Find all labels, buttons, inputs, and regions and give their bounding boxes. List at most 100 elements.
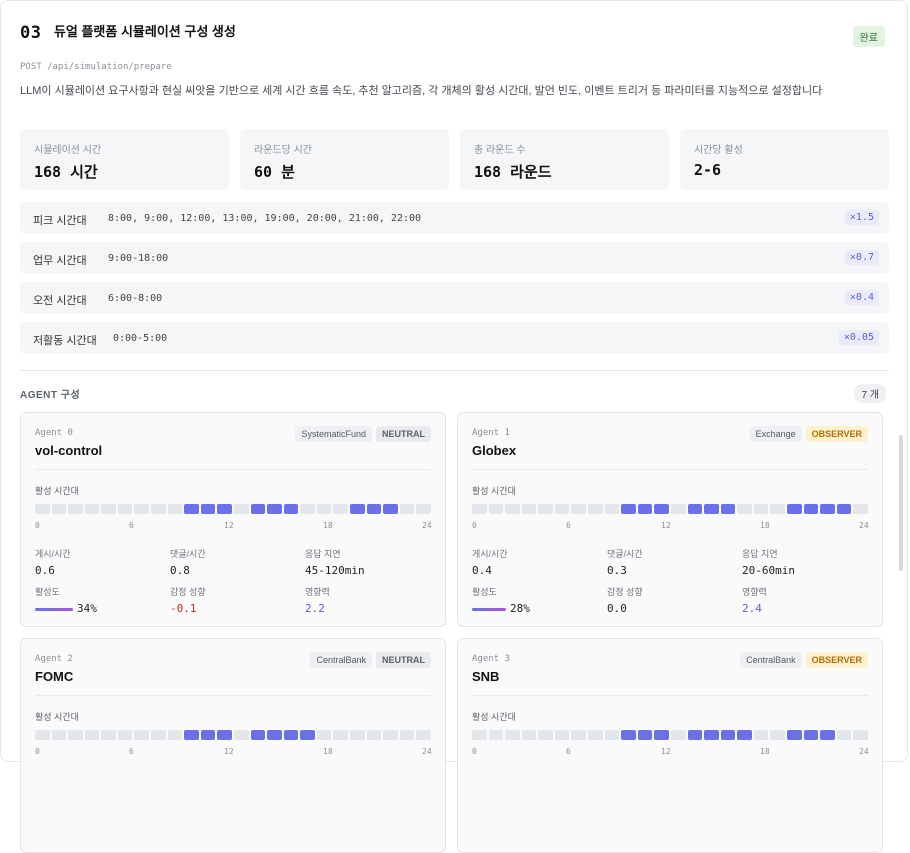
agent-card[interactable]: Agent 3 SNB CentralBank OBSERVER 활성 시간대 … <box>457 638 883 853</box>
agent-type-tag: CentralBank <box>740 652 802 668</box>
hour-cell <box>505 504 520 514</box>
hour-cell <box>184 730 199 740</box>
hour-cell <box>687 504 703 514</box>
metric-activity: 활성도 34% <box>35 585 165 615</box>
hour-cell <box>720 504 736 514</box>
metric-value: -0.1 <box>170 602 197 615</box>
hour-cell <box>233 730 249 740</box>
stat-label: 총 라운드 수 <box>474 145 526 156</box>
metric-value: 2.4 <box>742 602 762 615</box>
metric-label: 응답 지연 <box>742 549 778 559</box>
agent-divider <box>472 469 868 470</box>
active-hours-timeline <box>35 730 431 740</box>
timezone-name: 피크 시간대 <box>33 215 87 227</box>
hour-tick: 0 <box>35 521 40 530</box>
hour-tick: 18 <box>760 521 770 530</box>
metric-sentiment: 감정 성향 0.0 <box>607 585 737 615</box>
stat-value: 2-6 <box>694 161 722 179</box>
step-number: 03 <box>20 23 42 43</box>
hour-cell <box>820 730 835 740</box>
metric-comments: 댓글/시간 0.3 <box>607 547 737 577</box>
hour-cell <box>167 504 183 514</box>
hour-tick: 12 <box>661 521 671 530</box>
hour-cell <box>35 730 50 740</box>
hour-cell <box>200 504 216 514</box>
agent-card[interactable]: Agent 1 Globex Exchange OBSERVER 활성 시간대 … <box>457 412 883 627</box>
hour-cell <box>267 504 282 514</box>
hour-cell <box>488 730 504 740</box>
hour-cell <box>84 730 100 740</box>
hour-cell <box>786 504 802 514</box>
hour-cell <box>233 504 249 514</box>
hour-cell <box>383 504 398 514</box>
metric-influence: 영향력 2.4 <box>742 585 872 615</box>
hour-cell <box>753 730 769 740</box>
hour-cell <box>472 730 487 740</box>
active-hours-label: 활성 시간대 <box>35 486 79 496</box>
stat-value: 60 분 <box>254 163 295 181</box>
hour-tick: 24 <box>859 747 869 756</box>
metric-activity: 활성도 28% <box>472 585 602 615</box>
hour-cell <box>101 504 116 514</box>
hour-cell <box>604 730 620 740</box>
hour-tick: 18 <box>760 747 770 756</box>
active-hours-label: 활성 시간대 <box>35 712 79 722</box>
metric-label: 응답 지연 <box>305 549 341 559</box>
timezone-multiplier: ×0.4 <box>844 290 879 305</box>
hour-cell <box>283 730 299 740</box>
hour-cell <box>670 504 686 514</box>
hour-cell <box>621 730 636 740</box>
hour-cell <box>399 504 415 514</box>
hour-axis: 0 6 12 18 24 <box>472 747 869 757</box>
agent-divider <box>472 695 868 696</box>
hour-cell <box>283 504 299 514</box>
hour-cell <box>604 504 620 514</box>
hour-cell <box>654 504 669 514</box>
hour-cell <box>51 504 67 514</box>
agent-card[interactable]: Agent 2 FOMC CentralBank NEUTRAL 활성 시간대 … <box>20 638 446 853</box>
agent-card[interactable]: Agent 0 vol-control SystematicFund NEUTR… <box>20 412 446 627</box>
timezone-name: 저활동 시간대 <box>33 335 97 347</box>
timezone-multiplier: ×0.05 <box>838 330 879 345</box>
hour-cell <box>571 504 587 514</box>
hour-cell <box>366 504 382 514</box>
agent-tags: SystematicFund NEUTRAL <box>295 426 431 442</box>
hour-tick: 24 <box>422 747 432 756</box>
timezone-name: 오전 시간대 <box>33 295 87 307</box>
hour-cell <box>720 730 736 740</box>
stat-sim-duration: 시뮬레이션 시간 168 시간 <box>20 129 229 190</box>
hour-cell <box>704 730 719 740</box>
agent-divider <box>35 695 431 696</box>
agent-list-scrollbar[interactable] <box>899 435 903 571</box>
agent-tags: Exchange OBSERVER <box>749 426 868 442</box>
metric-value: 0.8 <box>170 564 190 577</box>
hour-tick: 24 <box>859 521 869 530</box>
hour-cell <box>803 730 819 740</box>
hour-axis: 0 6 12 18 24 <box>35 747 432 757</box>
hour-tick: 6 <box>566 521 571 530</box>
agent-tags: CentralBank OBSERVER <box>740 652 868 668</box>
activity-percent: 34% <box>77 602 97 615</box>
hour-cell <box>770 504 785 514</box>
api-endpoint: POST /api/simulation/prepare <box>20 62 172 72</box>
timezone-hours: 8:00, 9:00, 12:00, 13:00, 19:00, 20:00, … <box>108 213 422 224</box>
metric-value: 0.0 <box>607 602 627 615</box>
hour-tick: 6 <box>566 747 571 756</box>
agent-id: Agent 3 <box>472 654 510 664</box>
timezone-hours: 9:00-18:00 <box>108 253 169 264</box>
hour-cell <box>538 504 553 514</box>
metric-label: 댓글/시간 <box>607 549 643 559</box>
hour-cell <box>803 504 819 514</box>
hour-cell <box>588 504 603 514</box>
hour-cell <box>786 730 802 740</box>
stat-value: 168 시간 <box>34 163 98 181</box>
metric-label: 활성도 <box>472 587 497 597</box>
metric-value: 20-60min <box>742 564 795 577</box>
hour-cell <box>637 504 653 514</box>
stat-label: 라운드당 시간 <box>254 145 312 156</box>
metric-comments: 댓글/시간 0.8 <box>170 547 300 577</box>
hour-cell <box>366 730 382 740</box>
active-hours-timeline <box>472 504 868 514</box>
hour-cell <box>687 730 703 740</box>
hour-cell <box>117 504 133 514</box>
